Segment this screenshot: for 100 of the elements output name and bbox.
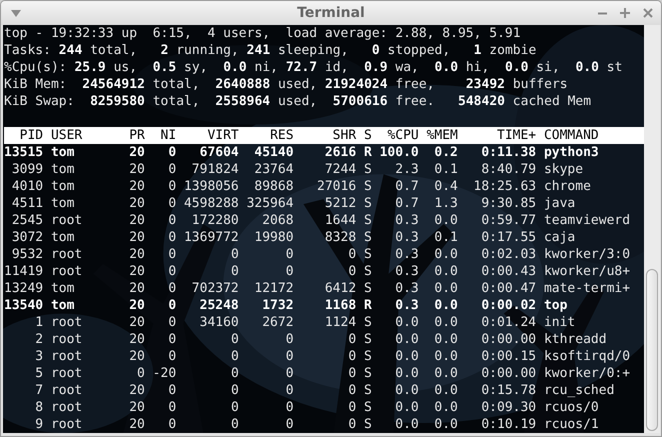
column-header[interactable]: USER — [43, 127, 114, 144]
table-cell-text: 0 — [167, 399, 176, 416]
table-cell-text: 0 — [167, 348, 176, 365]
table-cell-text: 20 — [128, 331, 145, 348]
table-cell-text: 20 — [128, 382, 145, 399]
table-cell-text: tom — [50, 195, 76, 212]
table-cell-text: 67604 — [198, 144, 239, 161]
table-cell-text: 0 — [167, 297, 176, 314]
table-cell-text: 0:11.38 — [480, 144, 536, 161]
table-cell-text: tom — [50, 144, 76, 161]
table-cell-text: 20 — [128, 212, 145, 229]
table-cell-text: S — [362, 195, 372, 212]
table-cell-text: 0 — [167, 212, 176, 229]
table-cell-text: 3 — [34, 348, 44, 365]
table-cell-text: root — [50, 348, 84, 365]
table-cell-text: 0 — [347, 365, 356, 382]
table-cell-text: 7 — [34, 382, 44, 399]
table-cell-text: S — [362, 382, 372, 399]
table-cell-text: 0.3 — [394, 229, 419, 246]
table-cell-text: root — [50, 212, 84, 229]
table-cell-text: S — [362, 399, 372, 416]
table-cell-text: 0 — [230, 399, 239, 416]
column-header[interactable]: COMMAND — [536, 127, 638, 144]
table-cell-text: 0:00.00 — [480, 365, 536, 382]
column-header[interactable]: %MEM — [418, 127, 458, 144]
table-cell-text: 3072 — [10, 229, 44, 246]
table-cell-text: 0.7 — [394, 195, 419, 212]
table-cell-text: 2.3 — [394, 161, 419, 178]
scrollbar-thumb[interactable] — [646, 269, 658, 431]
table-cell-text: 0 — [284, 348, 294, 365]
table-cell-text: 0 — [167, 382, 176, 399]
table-cell-text: 0 — [284, 246, 294, 263]
table-cell-text: 0 — [230, 416, 239, 433]
table-cell-text: S — [362, 161, 372, 178]
table-cell-text: 0 — [284, 365, 294, 382]
table-cell-text: kthreadd — [542, 331, 608, 348]
table-cell-text: 325964 — [246, 195, 294, 212]
table-cell-text: 0.0 — [433, 331, 458, 348]
table-cell-text: root — [50, 365, 84, 382]
table-cell-text: 3099 — [10, 161, 44, 178]
table-cell-text: 0 — [347, 348, 356, 365]
table-cell-text: 0.0 — [433, 365, 458, 382]
table-cell-text: 0:00.00 — [480, 331, 536, 348]
table-cell-text: 1644 — [324, 212, 356, 229]
table-cell-text: 12172 — [253, 280, 294, 297]
table-cell-text: rcu_sched — [542, 382, 616, 399]
table-cell-text: kworker/u8+ — [542, 263, 632, 280]
table-cell-text: S — [362, 229, 372, 246]
table-cell-text: 0:17.55 — [480, 229, 536, 246]
table-cell-text: 0 — [167, 178, 176, 195]
column-header[interactable]: PID — [4, 127, 44, 144]
table-cell-text: 8:40.79 — [480, 161, 536, 178]
dropdown-icon[interactable] — [11, 10, 21, 16]
column-header[interactable]: S — [356, 127, 372, 144]
table-cell-text: 0:15.78 — [480, 382, 536, 399]
table-cell-text: 20 — [128, 297, 145, 314]
table-cell: 11419 — [4, 263, 44, 280]
table-cell-text: 0 — [347, 382, 356, 399]
table-cell-text: 27016 — [316, 178, 356, 195]
table-cell-text: 2672 — [261, 314, 294, 331]
table-cell-text: 0:00.02 — [480, 297, 536, 314]
table-cell-text: 0:09.30 — [480, 399, 536, 416]
table-cell-text: 5212 — [324, 195, 356, 212]
maximize-icon[interactable] — [620, 8, 630, 18]
minimize-icon[interactable] — [598, 12, 607, 14]
table-cell-text: 0.0 — [433, 314, 458, 331]
close-icon[interactable] — [643, 8, 653, 18]
table-cell-text: 89868 — [253, 178, 294, 195]
table-cell-text: 0.0 — [433, 263, 458, 280]
table-cell-text: 4010 — [10, 178, 44, 195]
column-header[interactable]: NI — [144, 127, 176, 144]
table-cell-text: init — [542, 314, 576, 331]
column-header[interactable]: VIRT — [176, 127, 239, 144]
table-cell-text: ksoftirqd/0 — [542, 348, 632, 365]
table-cell-text: 2545 — [10, 212, 44, 229]
column-header[interactable]: %CPU — [372, 127, 419, 144]
table-cell-text: 2616 — [324, 144, 356, 161]
table-cell-text: 0.0 — [394, 314, 419, 331]
table-cell-text: S — [362, 331, 372, 348]
table-cell-text: S — [362, 365, 372, 382]
table-cell-text: 0.0 — [433, 246, 458, 263]
column-header[interactable]: PR — [114, 127, 145, 144]
table-cell-text: 0.1 — [433, 229, 458, 246]
table-cell-text: 0 — [230, 382, 239, 399]
table-cell-text: 7244 — [324, 161, 356, 178]
table-cell-text: 23764 — [253, 161, 294, 178]
window-title: Terminal — [297, 5, 365, 21]
table-cell-text: rcuos/0 — [542, 399, 600, 416]
column-header[interactable]: TIME+ — [458, 127, 536, 144]
table-cell-text: 0.2 — [433, 144, 458, 161]
table-cell-text: tom — [50, 297, 76, 314]
table-cell-text: 19980 — [253, 229, 294, 246]
table-cell-text: 9532 — [10, 246, 44, 263]
column-header[interactable]: RES — [238, 127, 294, 144]
table-cell-text: 20 — [128, 263, 145, 280]
table-cell-text: 0 — [284, 382, 294, 399]
column-header[interactable]: SHR — [294, 127, 356, 144]
table-cell-text: 8328 — [324, 229, 356, 246]
table-cell-text: 0.0 — [394, 382, 419, 399]
table-cell-text: 0.0 — [433, 382, 458, 399]
